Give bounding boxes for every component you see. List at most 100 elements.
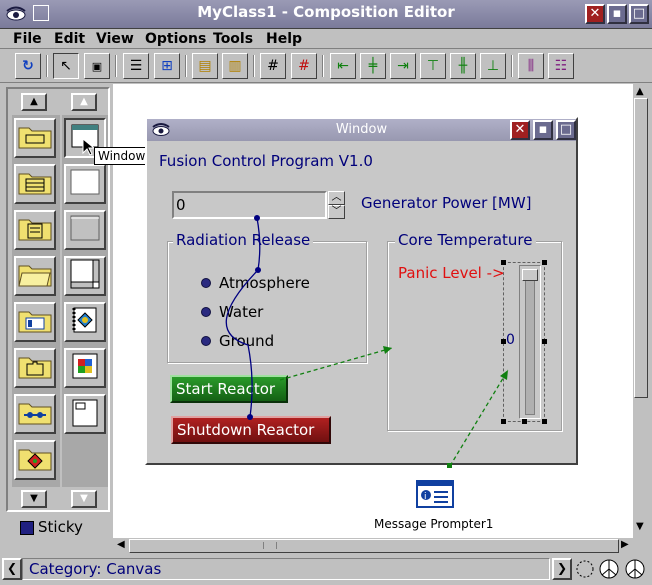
category-scroll-down[interactable]: ▼ [21,490,47,508]
align-top-button[interactable]: ⊤ [420,53,446,79]
applet-part-icon [70,351,100,385]
scroll-down-arrow[interactable]: ▼ [636,521,644,532]
selection-handle[interactable] [501,260,506,265]
menu-file[interactable]: File [13,29,42,49]
message-prompter-part[interactable]: i [416,479,454,509]
maximize-button[interactable]: □ [629,4,649,24]
status-bar: ❮ Category: Canvas ❯ [0,557,652,583]
spinner-down-button[interactable]: ﹀ [328,205,345,219]
beans-list-button[interactable]: ☰ [123,53,149,79]
selection-handle[interactable] [542,260,547,265]
part-panel[interactable] [64,210,106,250]
horizontal-scrollbar[interactable]: ◀ ▶ [113,538,633,555]
chevron-down-icon: ▼ [30,493,38,504]
part-split-pane[interactable] [64,394,106,434]
property-button[interactable]: ▥ [222,53,248,79]
mouse-cursor-icon [82,137,96,160]
folder-open-icon [18,261,52,291]
message-prompter-label: Message Prompter1 [374,517,494,531]
distribute-h-button[interactable]: ⫼ [518,53,544,79]
align-bottom-icon: ⊥ [486,58,500,74]
radio-ground[interactable] [201,336,211,346]
folder-connect-icon [18,399,52,429]
toolbar-separator [185,55,187,77]
status-shape-button[interactable] [575,558,595,580]
selection-handle[interactable] [522,419,527,424]
align-center-button[interactable]: ╪ [360,53,386,79]
menu-help[interactable]: Help [266,29,302,49]
parts-button[interactable]: ▣ [84,53,110,79]
grid-button[interactable]: # [260,53,286,79]
grid-red-button[interactable]: # [291,53,317,79]
parts-scroll-down[interactable]: ▼ [71,490,97,508]
radio-water[interactable] [201,307,211,317]
menu-options[interactable]: Options [145,29,206,49]
category-buttons[interactable] [14,118,56,158]
reactor-window[interactable]: Window ✕ ▪ □ Fusion Control Program V1.0… [145,117,578,465]
part-applet[interactable] [64,348,106,388]
inner-close-button[interactable]: ✕ [510,120,530,140]
align-center-icon: ╪ [368,58,378,74]
start-reactor-button[interactable]: Start Reactor [170,375,288,403]
tree-icon: ⊞ [161,58,173,74]
vertical-scroll-thumb[interactable] [634,98,648,398]
menu-tools[interactable]: Tools [213,29,253,49]
category-scroll-up[interactable]: ▲ [21,93,47,111]
frame-part-icon [70,169,100,199]
shutdown-reactor-button[interactable]: Shutdown Reactor [171,416,331,444]
align-right-button[interactable]: ⇥ [390,53,416,79]
minimize-button[interactable]: ▪ [607,4,627,24]
pointer-button[interactable]: ↖ [53,53,79,79]
property-icon: ▥ [228,58,242,74]
status-circle-button[interactable] [624,558,646,580]
selection-handle[interactable] [501,419,506,424]
selection-handle[interactable] [542,419,547,424]
core-group-title: Core Temperature [395,231,536,249]
grid-icon: # [267,58,279,74]
menu-edit[interactable]: Edit [54,29,85,49]
align-middle-button[interactable]: ╫ [450,53,476,79]
horizontal-scroll-thumb[interactable] [129,539,619,553]
tearoff-button[interactable]: ▤ [192,53,218,79]
refresh-button[interactable]: ↻ [15,53,41,79]
sticky-label: Sticky [38,518,83,536]
distribute-v-button[interactable]: ☷ [548,53,574,79]
status-peace-button[interactable] [598,558,620,580]
category-composites[interactable] [14,256,56,296]
radio-atmosphere[interactable] [201,278,211,288]
tree-button[interactable]: ⊞ [154,53,180,79]
radio-label-atmosphere: Atmosphere [219,274,310,292]
selection-handle[interactable] [501,339,506,344]
part-notebook[interactable] [64,302,106,342]
status-scroll-right[interactable]: ❯ [552,558,572,580]
power-spinner-field[interactable]: 0 [172,191,327,219]
category-lists[interactable] [14,164,56,204]
scroll-right-arrow[interactable]: ▶ [621,539,629,550]
align-left-button[interactable]: ⇤ [330,53,356,79]
slider-thumb[interactable] [522,269,538,281]
selection-handle[interactable] [542,339,547,344]
category-parts[interactable] [14,348,56,388]
part-frame[interactable] [64,164,106,204]
category-other[interactable] [14,440,56,480]
close-button[interactable]: ✕ [585,4,605,24]
category-text[interactable] [14,210,56,250]
vertical-scrollbar[interactable]: ▲ ▼ [633,84,650,539]
category-models[interactable] [14,302,56,342]
spinner-up-button[interactable]: ︿ [328,191,345,205]
inner-maximize-button[interactable]: □ [556,120,576,140]
part-scrollpane[interactable] [64,256,106,296]
align-bottom-button[interactable]: ⊥ [480,53,506,79]
inner-minimize-button[interactable]: ▪ [533,120,553,140]
sticky-checkbox[interactable] [20,521,34,535]
category-connections[interactable] [14,394,56,434]
scroll-left-arrow[interactable]: ◀ [117,539,125,550]
menu-view[interactable]: View [96,29,134,49]
scroll-up-arrow[interactable]: ▲ [636,86,644,97]
notebook-part-icon [70,305,100,339]
status-scroll-left[interactable]: ❮ [2,558,22,580]
parts-scroll-up[interactable]: ▲ [71,93,97,111]
window-title: MyClass1 - Composition Editor [197,3,455,21]
folder-list-icon [18,169,52,199]
chevron-down-icon: ﹀ [331,206,342,217]
